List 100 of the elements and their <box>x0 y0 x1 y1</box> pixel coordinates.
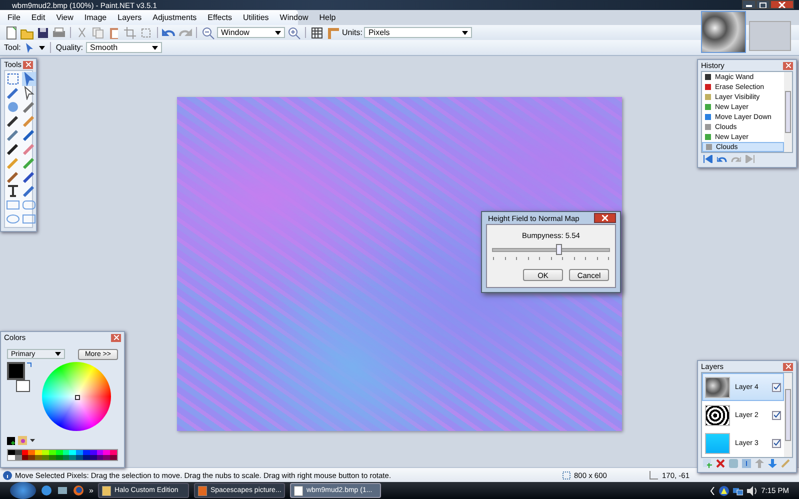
scrollbar[interactable] <box>784 72 792 152</box>
palette-swatch[interactable] <box>76 450 83 455</box>
chevron-left-icon[interactable] <box>710 486 716 494</box>
menu-item[interactable]: Edit <box>26 13 51 22</box>
menu-item[interactable]: Layers <box>112 13 148 22</box>
palette-swatch[interactable] <box>69 455 76 460</box>
palette-swatch[interactable] <box>42 455 49 460</box>
add-layer-icon[interactable] <box>703 459 712 468</box>
palette-swatch[interactable] <box>76 455 83 460</box>
tool-label: Tool: <box>4 43 21 52</box>
palette-swatch[interactable] <box>103 455 110 460</box>
menu-item[interactable]: Adjustments <box>147 13 202 22</box>
duplicate-layer-icon[interactable] <box>729 459 738 468</box>
palette-swatch[interactable] <box>56 450 62 455</box>
menu-item[interactable]: Utilities <box>237 13 274 22</box>
taskbar-chevron[interactable]: » <box>89 486 94 495</box>
palette-swatch[interactable] <box>62 450 70 455</box>
desktop-icon[interactable] <box>57 485 68 496</box>
fast-forward-icon[interactable] <box>745 154 755 162</box>
palette-swatch[interactable] <box>103 450 110 455</box>
palette-swatch[interactable] <box>90 450 97 455</box>
swap-icon[interactable] <box>27 362 33 368</box>
grid-icon[interactable] <box>310 26 324 40</box>
rewind-icon[interactable] <box>703 154 713 162</box>
close-button[interactable] <box>770 0 794 9</box>
palette-swatch[interactable] <box>28 450 36 455</box>
palette-swatch[interactable] <box>90 455 97 460</box>
palette-swatch[interactable] <box>96 455 104 460</box>
zoom-out-icon[interactable] <box>201 26 215 40</box>
menu-item[interactable]: Image <box>78 13 112 22</box>
palette-swatch[interactable] <box>48 455 56 460</box>
quality-dropdown[interactable]: Smooth <box>86 42 162 53</box>
new-file-icon[interactable] <box>4 26 18 40</box>
delete-icon[interactable] <box>716 459 725 468</box>
palette-swatch[interactable] <box>82 455 90 460</box>
properties-icon[interactable] <box>781 459 790 468</box>
restore-button[interactable] <box>756 0 770 9</box>
image-thumbnail[interactable] <box>749 21 791 51</box>
palette-swatch[interactable] <box>110 455 117 460</box>
primary-color-swatch[interactable] <box>7 362 25 380</box>
palette-swatch[interactable] <box>8 455 15 460</box>
minimize-button[interactable] <box>742 0 756 9</box>
clipboard-icon[interactable] <box>107 26 121 40</box>
palette-swatch[interactable] <box>14 455 22 460</box>
down-arrow-icon[interactable] <box>768 459 777 468</box>
crop-icon[interactable] <box>123 26 137 40</box>
layer-thumbnail <box>705 376 730 398</box>
secondary-color-swatch[interactable] <box>16 380 30 392</box>
palette-swatch[interactable] <box>42 450 49 455</box>
rectangle-select-icon[interactable] <box>6 72 20 86</box>
palette-icon[interactable] <box>18 436 27 445</box>
scrollbar[interactable] <box>784 373 792 457</box>
palette-swatch[interactable] <box>82 450 90 455</box>
start-button[interactable] <box>10 482 36 499</box>
caret-icon[interactable] <box>30 439 35 442</box>
up-arrow-icon[interactable] <box>755 459 764 468</box>
tray-app-icon[interactable] <box>719 486 730 496</box>
text-icon[interactable] <box>6 184 20 198</box>
palette-swatch[interactable] <box>69 450 76 455</box>
palette-swatch[interactable] <box>8 450 15 455</box>
palette-swatch[interactable] <box>28 455 36 460</box>
add-color-icon[interactable] <box>7 436 15 444</box>
ellipse-icon[interactable] <box>6 212 20 226</box>
palette-swatch[interactable] <box>48 450 56 455</box>
network-icon[interactable] <box>733 486 744 496</box>
menu-item[interactable]: Window <box>274 13 314 22</box>
menu-item[interactable]: View <box>50 13 79 22</box>
palette-swatch[interactable] <box>35 455 42 460</box>
menu-item[interactable]: File <box>2 13 26 22</box>
palette-swatch[interactable] <box>56 455 62 460</box>
palette-swatch[interactable] <box>22 455 28 460</box>
redo-icon[interactable] <box>731 154 741 162</box>
palette-swatch[interactable] <box>35 450 42 455</box>
move-pixels-icon[interactable] <box>22 72 36 86</box>
check-icon <box>774 384 780 390</box>
zoom-in-icon[interactable] <box>287 26 301 40</box>
slider-thumb[interactable] <box>556 244 562 255</box>
merge-layer-icon[interactable] <box>742 459 751 468</box>
close-icon <box>602 215 608 221</box>
zoom-dropdown[interactable]: Window <box>217 27 285 38</box>
palette-swatch[interactable] <box>22 450 28 455</box>
speaker-icon[interactable] <box>747 486 758 496</box>
close-button[interactable] <box>594 213 616 223</box>
visibility-checkbox[interactable] <box>772 382 781 392</box>
palette-swatch[interactable] <box>62 455 70 460</box>
copy-icon[interactable] <box>91 26 105 40</box>
visibility-checkbox[interactable] <box>772 410 781 420</box>
caret-icon[interactable] <box>38 46 45 50</box>
menu-item[interactable]: Effects <box>202 13 238 22</box>
deselect-icon[interactable] <box>139 26 153 40</box>
menu-item[interactable]: Help <box>314 13 342 22</box>
units-dropdown[interactable]: Pixels <box>364 27 472 38</box>
undo-icon[interactable] <box>717 154 727 162</box>
palette-swatch[interactable] <box>110 450 117 455</box>
image-thumbnail[interactable] <box>701 11 746 53</box>
palette-swatch[interactable] <box>14 450 22 455</box>
palette-swatch[interactable] <box>96 450 104 455</box>
save-icon[interactable] <box>36 26 50 40</box>
move-selection-icon[interactable] <box>22 86 36 100</box>
visibility-checkbox[interactable] <box>772 438 781 448</box>
